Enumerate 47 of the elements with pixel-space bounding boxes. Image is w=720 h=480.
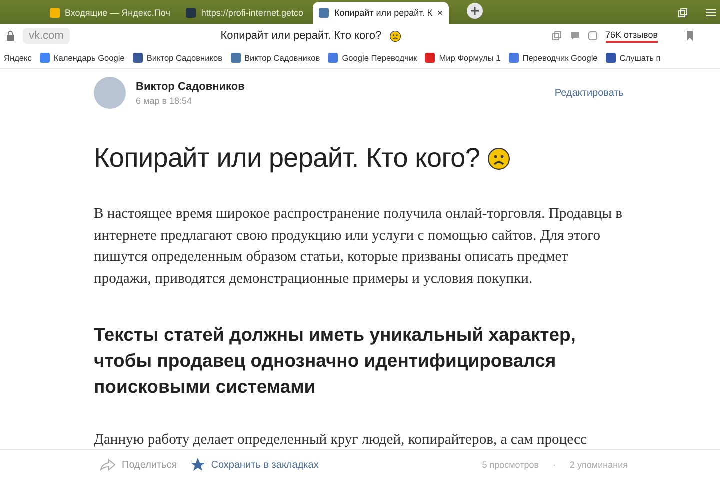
bookmark-link[interactable]: Переводчик Google xyxy=(522,53,598,63)
bookmark-icon[interactable] xyxy=(686,31,694,41)
article-paragraph: В настоящее время широкое распространение получила онлай-торговля. Продавцы в интернете предлагают свою продукцию или услуги с помощью сайтов. Для этого пишутся определенным образом статьи, которые призваны описать предмет продажи, приводятся демонстрационные примеры и условия покупки. xyxy=(94,205,624,288)
bookmark-link[interactable]: Мир Формулы 1 xyxy=(439,53,501,63)
share-icon xyxy=(100,459,116,471)
reviews-badge[interactable]: 76K отзывов xyxy=(606,30,658,42)
star-icon xyxy=(191,458,206,472)
browser-tab[interactable]: Копирайт или рерайт. К × xyxy=(313,2,449,24)
favicon-icon xyxy=(50,8,60,18)
worried-face-icon xyxy=(488,148,510,170)
article-paragraph: Данную работу делает определенный круг людей, копирайтеров, а сам процесс xyxy=(94,431,588,449)
favicon-icon xyxy=(508,53,519,63)
browser-tab[interactable]: https://profi-internet.getco xyxy=(180,2,310,24)
favicon-icon xyxy=(328,53,338,63)
section-heading: Тексты статей должны иметь уникальный характер, чтобы продавец однозначно идентифицировался поисковыми системами xyxy=(94,323,577,399)
article-title: Копирайт или рерайт. Кто кого? xyxy=(94,143,480,174)
edit-link[interactable]: Редактировать xyxy=(554,88,624,98)
favicon-icon xyxy=(40,53,50,63)
views-count: 5 просмотров xyxy=(482,460,540,470)
post-date: 6 мар в 18:54 xyxy=(136,96,194,106)
close-button[interactable]: × xyxy=(438,8,443,18)
bookmark-link[interactable]: Google Переводчик xyxy=(342,53,418,63)
bookmark-link[interactable]: Календарь Google xyxy=(54,53,125,63)
favicon-icon xyxy=(230,53,241,63)
extension-icon[interactable] xyxy=(588,31,598,41)
separator-dot: · xyxy=(553,460,556,470)
emoji-icon xyxy=(390,30,401,42)
favicon-icon xyxy=(425,53,436,63)
menu-icon[interactable] xyxy=(706,8,716,18)
favicon-icon xyxy=(606,53,616,63)
lock-icon xyxy=(6,31,15,41)
new-tab-icon[interactable] xyxy=(466,2,483,18)
mentions-count: 2 упоминания xyxy=(570,460,628,470)
favicon-icon xyxy=(319,8,330,18)
bookmark-link[interactable]: Виктор Садовников xyxy=(146,53,223,63)
copy-icon[interactable] xyxy=(552,31,562,41)
bookmark-link[interactable]: Яндекс xyxy=(4,53,32,63)
save-bookmark-link[interactable]: Сохранить в закладках xyxy=(191,458,319,472)
bookmark-link[interactable]: Виктор Садовников xyxy=(244,53,320,63)
tabs-icon[interactable] xyxy=(678,8,688,18)
chat-icon[interactable] xyxy=(570,31,580,41)
author-name[interactable]: Виктор Садовников xyxy=(136,80,245,92)
favicon-icon xyxy=(186,8,196,18)
bookmark-link[interactable]: Слушать п xyxy=(620,53,661,63)
favicon-icon xyxy=(132,53,143,63)
browser-tab[interactable]: Входящие — Яндекс.Поч xyxy=(44,2,176,24)
page-title: Копирайт или рерайт. Кто кого? xyxy=(220,30,382,42)
